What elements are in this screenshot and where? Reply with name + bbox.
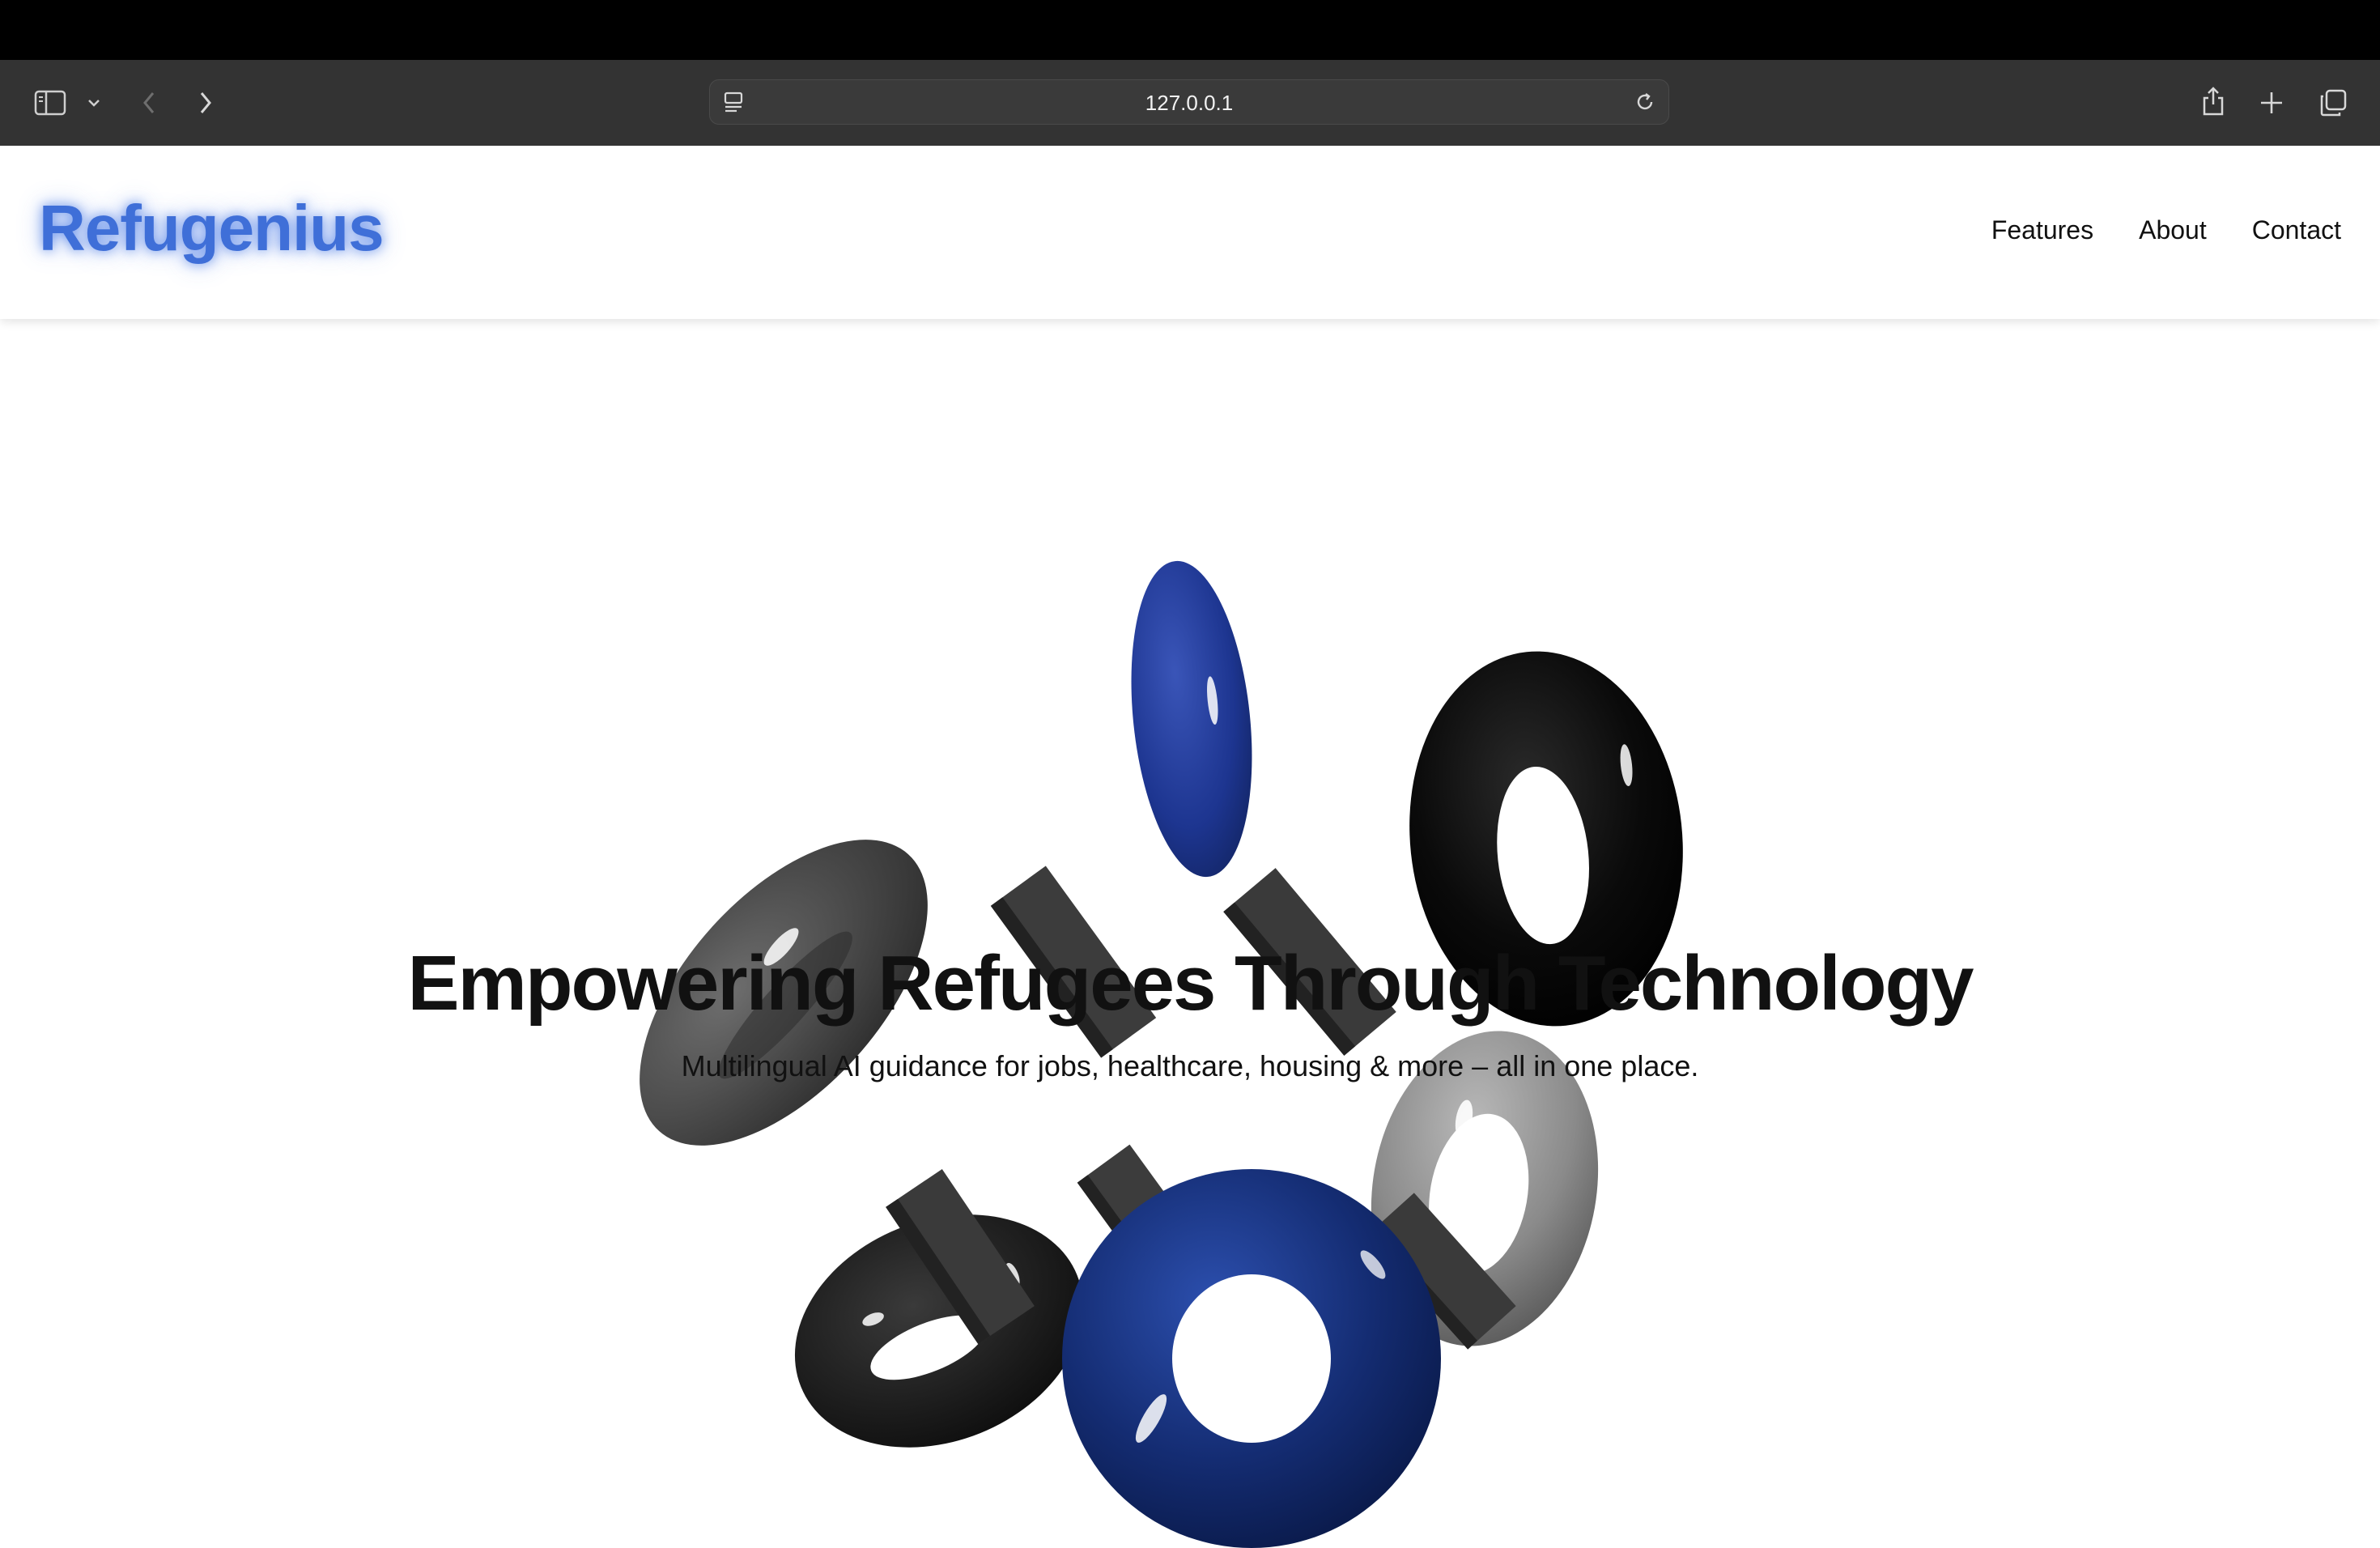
back-button[interactable] bbox=[133, 84, 165, 121]
new-tab-icon bbox=[2261, 92, 2282, 113]
nav-link-features[interactable]: Features bbox=[1991, 215, 2093, 245]
sidebar-icon bbox=[34, 90, 66, 116]
sidebar-toggle-button[interactable] bbox=[29, 84, 71, 121]
nav-link-contact[interactable]: Contact bbox=[2252, 215, 2341, 245]
reload-button[interactable] bbox=[1631, 88, 1659, 116]
sidebar-menu-button[interactable] bbox=[83, 89, 105, 117]
url-text[interactable]: 127.0.0.1 bbox=[710, 80, 1668, 125]
blue-capsule-shape bbox=[1131, 560, 1252, 878]
hero-section: Empowering Refugees Through Technology M… bbox=[0, 939, 2380, 1083]
hero-3d-scene bbox=[640, 560, 1683, 1548]
reload-icon bbox=[1637, 93, 1653, 110]
share-button[interactable] bbox=[2195, 81, 2231, 121]
tabs-overview-button[interactable] bbox=[2315, 84, 2351, 121]
address-bar[interactable]: 127.0.0.1 bbox=[709, 79, 1669, 125]
hero-subtitle: Multilingual AI guidance for jobs, healt… bbox=[681, 1049, 1699, 1082]
tabs-overview-icon bbox=[2320, 89, 2347, 117]
site-header: Refugenius Features About Contact bbox=[0, 146, 2380, 319]
blue-torus-shape bbox=[1062, 1169, 1441, 1548]
forward-button[interactable] bbox=[189, 84, 222, 121]
share-icon bbox=[2203, 87, 2224, 116]
nav-link-about[interactable]: About bbox=[2139, 215, 2207, 245]
forward-arrow-icon bbox=[200, 92, 211, 113]
main-nav: Features About Contact bbox=[1991, 215, 2341, 245]
back-arrow-icon bbox=[143, 92, 155, 113]
web-page: Refugenius Features About Contact Empowe… bbox=[0, 146, 2380, 1548]
site-logo[interactable]: Refugenius bbox=[39, 191, 385, 266]
new-tab-button[interactable] bbox=[2255, 84, 2288, 121]
hero-title: Empowering Refugees Through Technology bbox=[407, 940, 1974, 1027]
chevron-down-icon bbox=[88, 100, 100, 107]
system-menu-bar bbox=[0, 0, 2380, 60]
browser-toolbar: 127.0.0.1 bbox=[0, 60, 2380, 146]
